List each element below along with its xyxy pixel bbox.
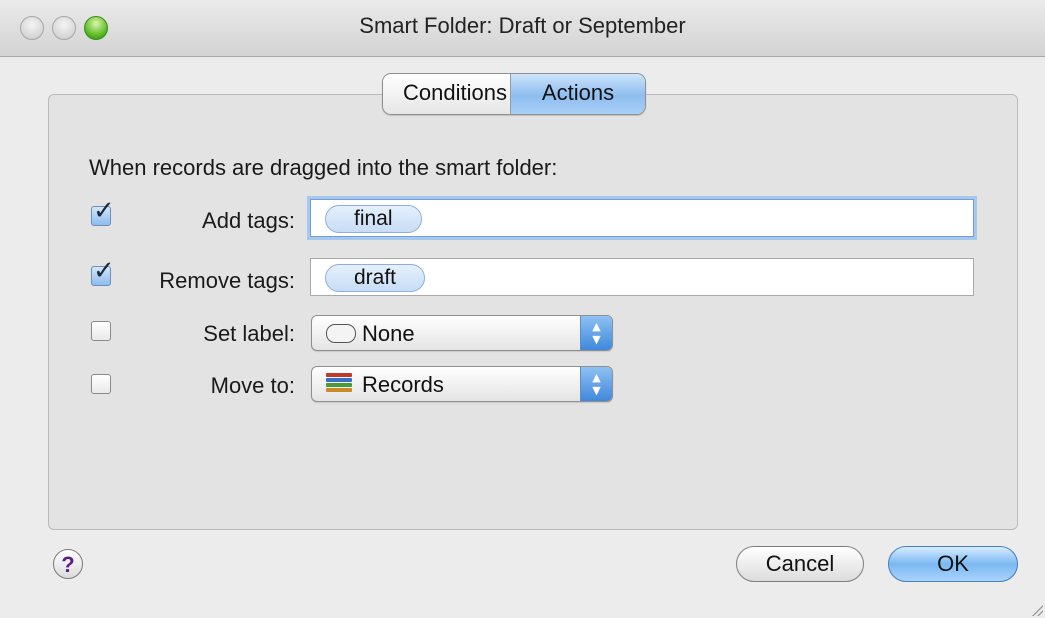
tag-token-final[interactable]: final: [325, 205, 422, 233]
popup-arrows-icon: ▲ ▼: [580, 367, 612, 401]
popup-arrows-icon: ▲ ▼: [580, 316, 612, 350]
move-to-popup[interactable]: Records ▲ ▼: [311, 366, 613, 402]
set-label-label: Set label:: [203, 321, 295, 346]
smart-folder-window: Smart Folder: Draft or September Conditi…: [0, 0, 1045, 618]
window-title: Smart Folder: Draft or September: [359, 13, 686, 38]
oval-label-icon: [326, 324, 356, 343]
title-bar[interactable]: Smart Folder: Draft or September: [0, 0, 1045, 57]
cancel-button[interactable]: Cancel: [736, 546, 864, 582]
add-tags-field[interactable]: final: [310, 199, 974, 237]
move-to-checkbox[interactable]: [91, 374, 111, 394]
checkmark-icon: ✓: [93, 256, 115, 286]
tab-switcher: Conditions Actions: [382, 73, 646, 115]
database-books-icon: [326, 373, 352, 395]
move-to-value: Records: [362, 372, 444, 397]
tag-token-draft[interactable]: draft: [325, 264, 426, 292]
help-button[interactable]: ?: [53, 549, 83, 579]
set-label-value: None: [362, 321, 415, 346]
actions-description: When records are dragged into the smart …: [89, 155, 558, 180]
remove-tags-checkbox[interactable]: ✓: [91, 258, 115, 286]
add-tags-checkbox[interactable]: ✓: [91, 198, 115, 226]
set-label-popup[interactable]: None ▲ ▼: [311, 315, 613, 351]
resize-grip-icon[interactable]: [1029, 602, 1043, 616]
tab-actions[interactable]: Actions: [511, 74, 645, 114]
checkmark-icon: ✓: [93, 196, 115, 226]
remove-tags-field[interactable]: draft: [310, 258, 974, 296]
remove-tags-label: Remove tags:: [159, 268, 295, 293]
tab-conditions[interactable]: Conditions: [383, 74, 511, 114]
move-to-label: Move to:: [210, 373, 295, 398]
ok-button[interactable]: OK: [888, 546, 1018, 582]
set-label-checkbox[interactable]: [91, 321, 111, 341]
add-tags-label: Add tags:: [202, 208, 295, 233]
